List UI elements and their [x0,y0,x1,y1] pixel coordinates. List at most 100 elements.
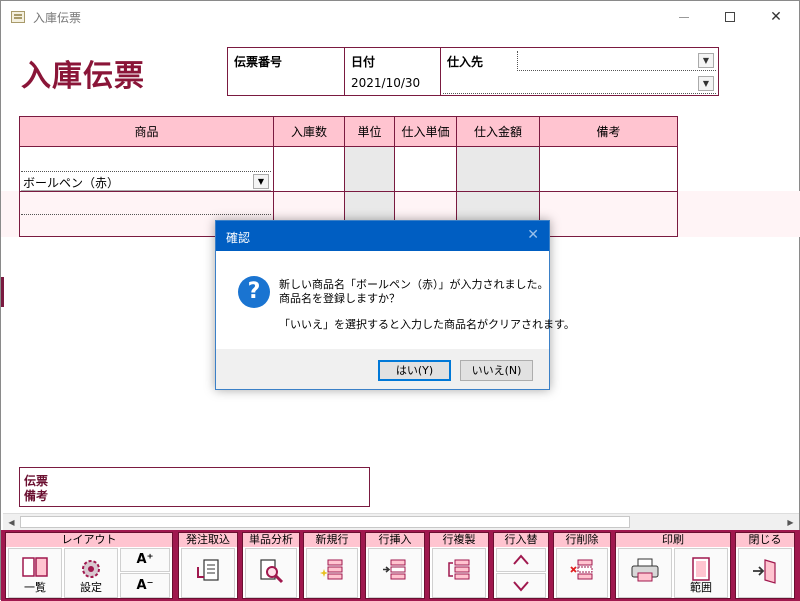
copy-row-icon [448,559,470,580]
settings-button[interactable]: 設定 [64,548,118,598]
product-combo[interactable]: ボールペン（赤） ▼ [21,171,271,191]
list-button[interactable]: 一覧 [8,548,62,598]
title-bar: 入庫伝票 ✕ [1,1,799,33]
supplier-code-combo[interactable]: ▼ [519,51,716,71]
slip-memo-field[interactable]: 伝票 備考 [19,467,370,507]
layout-group-label: レイアウト [6,533,172,547]
font-larger-button[interactable]: A⁺ [120,548,170,572]
app-window: 入庫伝票 ✕ 入庫伝票 伝票番号 日付 2021/10/30 仕入先 ▼ ▼ 商… [0,0,800,601]
list-label: 一覧 [24,581,46,594]
scrollbar-thumb[interactable] [20,516,630,528]
insert-row-icon [383,559,406,580]
exit-door-icon [753,559,776,584]
confirm-dialog: 確認 ✕ ? 新しい商品名「ボールペン（赤）」が入力されました。 商品名を登録し… [215,220,575,390]
minimize-button[interactable] [661,1,707,33]
dialog-body: ? 新しい商品名「ボールペン（赤）」が入力されました。 商品名を登録しますか？ … [216,251,575,349]
settings-label: 設定 [80,581,102,594]
product-analysis-label: 単品分析 [243,533,299,547]
move-row-up-button[interactable] [496,548,546,572]
move-row-down-button[interactable] [496,573,546,598]
app-icon [11,11,25,23]
chevron-down-icon[interactable]: ▼ [253,174,269,189]
date-value: 2021/10/30 [351,76,421,90]
dialog-title-bar: 確認 ✕ [216,221,549,251]
scroll-left-icon[interactable]: ◀ [3,514,20,531]
supplier-cell: 仕入先 ▼ ▼ [441,48,718,95]
product-analysis-group: 単品分析 [242,532,300,599]
scroll-right-icon[interactable]: ▶ [782,514,799,531]
column-header-quantity: 入庫数 [274,117,345,147]
close-group: 閉じる [735,532,795,599]
close-group-label: 閉じる [736,533,794,547]
yes-button[interactable]: はい(Y) [378,360,451,381]
arrow-down-icon [513,581,529,592]
product-analysis-button[interactable] [245,548,297,598]
horizontal-scrollbar[interactable]: ◀ ▶ [3,513,799,530]
chevron-down-icon[interactable]: ▼ [698,53,714,68]
question-icon: ? [238,276,270,308]
delete-row-label: 行削除 [554,533,610,547]
slip-number-cell[interactable]: 伝票番号 [228,48,345,95]
minimize-icon [679,16,689,18]
print-range-label: 範囲 [690,581,712,594]
gear-icon [82,560,100,578]
list-icon [22,557,48,577]
font-smaller-icon: A⁻ [136,578,154,593]
column-header-remarks: 備考 [596,125,621,139]
print-group: 印刷 範囲 [615,532,731,599]
copy-row-button[interactable] [432,548,486,598]
product-row2-field[interactable] [21,214,271,215]
new-row-label: 新規行 [304,533,360,547]
column-header-amount: 仕入金額 [457,117,540,147]
maximize-button[interactable] [707,1,753,33]
no-button[interactable]: いいえ(N) [460,360,533,381]
supplier-label: 仕入先 [447,55,484,69]
column-header-unit: 単位 [345,117,395,147]
dialog-message-line3: 「いいえ」を選択すると入力した商品名がクリアされます。 [279,318,575,331]
delete-row-button[interactable] [556,548,608,598]
new-row-button[interactable] [306,548,358,598]
date-cell[interactable]: 日付 2021/10/30 [345,48,441,95]
slip-number-label: 伝票番号 [234,55,283,69]
magnifier-icon [260,559,284,584]
slip-header: 伝票番号 日付 2021/10/30 仕入先 ▼ ▼ [227,47,719,96]
printer-icon [631,558,659,582]
delete-row-group: 行削除 [553,532,611,599]
print-range-button[interactable]: 範囲 [674,548,728,598]
font-smaller-button[interactable]: A⁻ [120,573,170,598]
close-window-button[interactable]: ✕ [753,1,799,33]
dialog-title: 確認 [226,231,251,245]
layout-group: レイアウト 一覧 設定 A⁺ A⁻ [5,532,173,599]
new-row-icon [320,559,343,580]
swap-row-label: 行入替 [494,533,548,547]
memo-label-line2: 備考 [24,489,49,503]
insert-row-group: 行挿入 [365,532,425,599]
close-form-button[interactable] [738,548,792,598]
font-larger-icon: A⁺ [136,552,154,567]
maximize-icon [725,12,735,22]
swap-row-group: 行入替 [493,532,549,599]
new-row-group: 新規行 [303,532,361,599]
product-value: ボールペン（赤） [23,176,120,190]
insert-row-button[interactable] [368,548,422,598]
date-label: 日付 [351,55,376,69]
supplier-name-combo[interactable]: ▼ [443,74,716,94]
order-import-button[interactable] [181,548,235,598]
print-button[interactable] [618,548,672,598]
copy-row-label: 行複製 [430,533,488,547]
bottom-toolbar: レイアウト 一覧 設定 A⁺ A⁻ 発注取込 単品分析 新規行 行挿入 行複製 … [1,530,800,601]
order-import-group: 発注取込 [178,532,238,599]
column-header-unit-price: 仕入単価 [395,117,457,147]
dialog-footer: はい(Y) いいえ(N) [216,349,549,389]
copy-row-group: 行複製 [429,532,489,599]
window-title: 入庫伝票 [33,11,82,25]
print-group-label: 印刷 [616,533,730,547]
grid-header: 商品 入庫数 単位 仕入単価 仕入金額 備考 [20,117,677,147]
order-import-label: 発注取込 [179,533,237,547]
close-icon[interactable]: ✕ [527,227,539,243]
column-header-product: 商品 [20,117,274,147]
chevron-down-icon[interactable]: ▼ [698,76,714,91]
arrow-up-icon [513,554,529,565]
page-title: 入庫伝票 [21,59,145,94]
delete-row-icon [570,559,593,580]
